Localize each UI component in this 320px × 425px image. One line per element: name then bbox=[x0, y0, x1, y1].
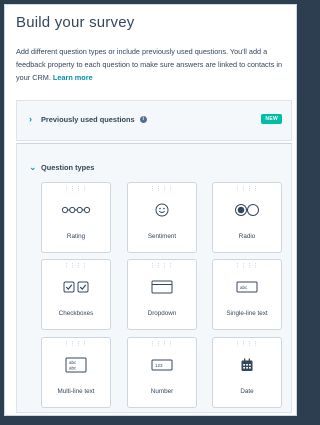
radio-icon bbox=[213, 200, 281, 220]
question-type-label: Date bbox=[240, 388, 254, 395]
drag-handle-icon[interactable]: ⋮⋮⋮⋮ bbox=[42, 187, 110, 192]
question-type-label: Multi-line text bbox=[57, 388, 95, 395]
chevron-down-icon: ⌄ bbox=[29, 162, 37, 172]
page-title: Build your survey bbox=[16, 14, 135, 31]
drag-handle-icon[interactable]: ⋮⋮⋮⋮ bbox=[213, 264, 281, 269]
info-circle-icon[interactable]: i bbox=[139, 115, 147, 123]
text-sample: abc bbox=[240, 285, 248, 290]
learn-more-link[interactable]: Learn more bbox=[53, 73, 93, 82]
drag-handle-icon[interactable]: ⋮⋮⋮⋮ bbox=[128, 264, 196, 269]
question-type-label: Number bbox=[150, 388, 174, 395]
chevron-right-icon: › bbox=[29, 114, 32, 124]
calendar-icon bbox=[213, 355, 281, 375]
build-survey-panel: Build your survey Add different question… bbox=[4, 4, 297, 416]
single-line-text-icon: abc bbox=[213, 277, 281, 297]
question-type-dropdown[interactable]: ⋮⋮⋮⋮ Dropdown bbox=[127, 259, 197, 330]
question-type-label: Sentiment bbox=[147, 233, 177, 240]
drag-handle-icon[interactable]: ⋮⋮⋮⋮ bbox=[128, 187, 196, 192]
drag-handle-icon[interactable]: ⋮⋮⋮⋮ bbox=[42, 264, 110, 269]
question-type-multi-line-text[interactable]: ⋮⋮⋮⋮ abc abc Multi-line text bbox=[41, 337, 111, 408]
drag-handle-icon[interactable]: ⋮⋮⋮⋮ bbox=[213, 187, 281, 192]
question-type-label: Dropdown bbox=[147, 310, 177, 317]
text-sample: abc bbox=[69, 360, 77, 365]
previously-used-header[interactable]: › Previously used questions i bbox=[29, 114, 147, 124]
smiley-icon bbox=[128, 200, 196, 220]
description: Add different question types or include … bbox=[16, 45, 292, 84]
question-type-checkboxes[interactable]: ⋮⋮⋮⋮ Checkboxes bbox=[41, 259, 111, 330]
question-type-label: Checkboxes bbox=[58, 310, 94, 317]
new-badge: NEW bbox=[261, 114, 282, 124]
drag-handle-icon[interactable]: ⋮⋮⋮⋮ bbox=[128, 342, 196, 347]
rating-icon bbox=[42, 200, 110, 220]
number-sample: 123 bbox=[155, 363, 163, 368]
drag-handle-icon[interactable]: ⋮⋮⋮⋮ bbox=[42, 342, 110, 347]
question-type-label: Single-line text bbox=[226, 310, 268, 317]
question-type-label: Rating bbox=[66, 233, 86, 240]
number-icon: 123 bbox=[128, 355, 196, 375]
question-type-single-line-text[interactable]: ⋮⋮⋮⋮ abc Single-line text bbox=[212, 259, 282, 330]
question-type-number[interactable]: ⋮⋮⋮⋮ 123 Number bbox=[127, 337, 197, 408]
dropdown-icon bbox=[128, 277, 196, 297]
question-types-section: ⌄ Question types ⋮⋮⋮⋮ Rating ⋮⋮⋮⋮ Sentim… bbox=[16, 143, 292, 413]
multi-line-text-icon: abc abc bbox=[42, 355, 110, 375]
previously-used-label: Previously used questions bbox=[41, 114, 135, 124]
question-type-label: Radio bbox=[238, 233, 256, 240]
question-types-header[interactable]: ⌄ Question types bbox=[29, 162, 94, 173]
question-type-date[interactable]: ⋮⋮⋮⋮ Date bbox=[212, 337, 282, 408]
question-type-rating[interactable]: ⋮⋮⋮⋮ Rating bbox=[41, 182, 111, 253]
question-types-label: Question types bbox=[41, 163, 95, 172]
text-sample: abc bbox=[69, 366, 77, 371]
checkbox-icon bbox=[42, 277, 110, 297]
drag-handle-icon[interactable]: ⋮⋮⋮⋮ bbox=[213, 342, 281, 347]
question-type-sentiment[interactable]: ⋮⋮⋮⋮ Sentiment bbox=[127, 182, 197, 253]
previously-used-section[interactable]: › Previously used questions i NEW bbox=[16, 100, 292, 141]
question-type-radio[interactable]: ⋮⋮⋮⋮ Radio bbox=[212, 182, 282, 253]
